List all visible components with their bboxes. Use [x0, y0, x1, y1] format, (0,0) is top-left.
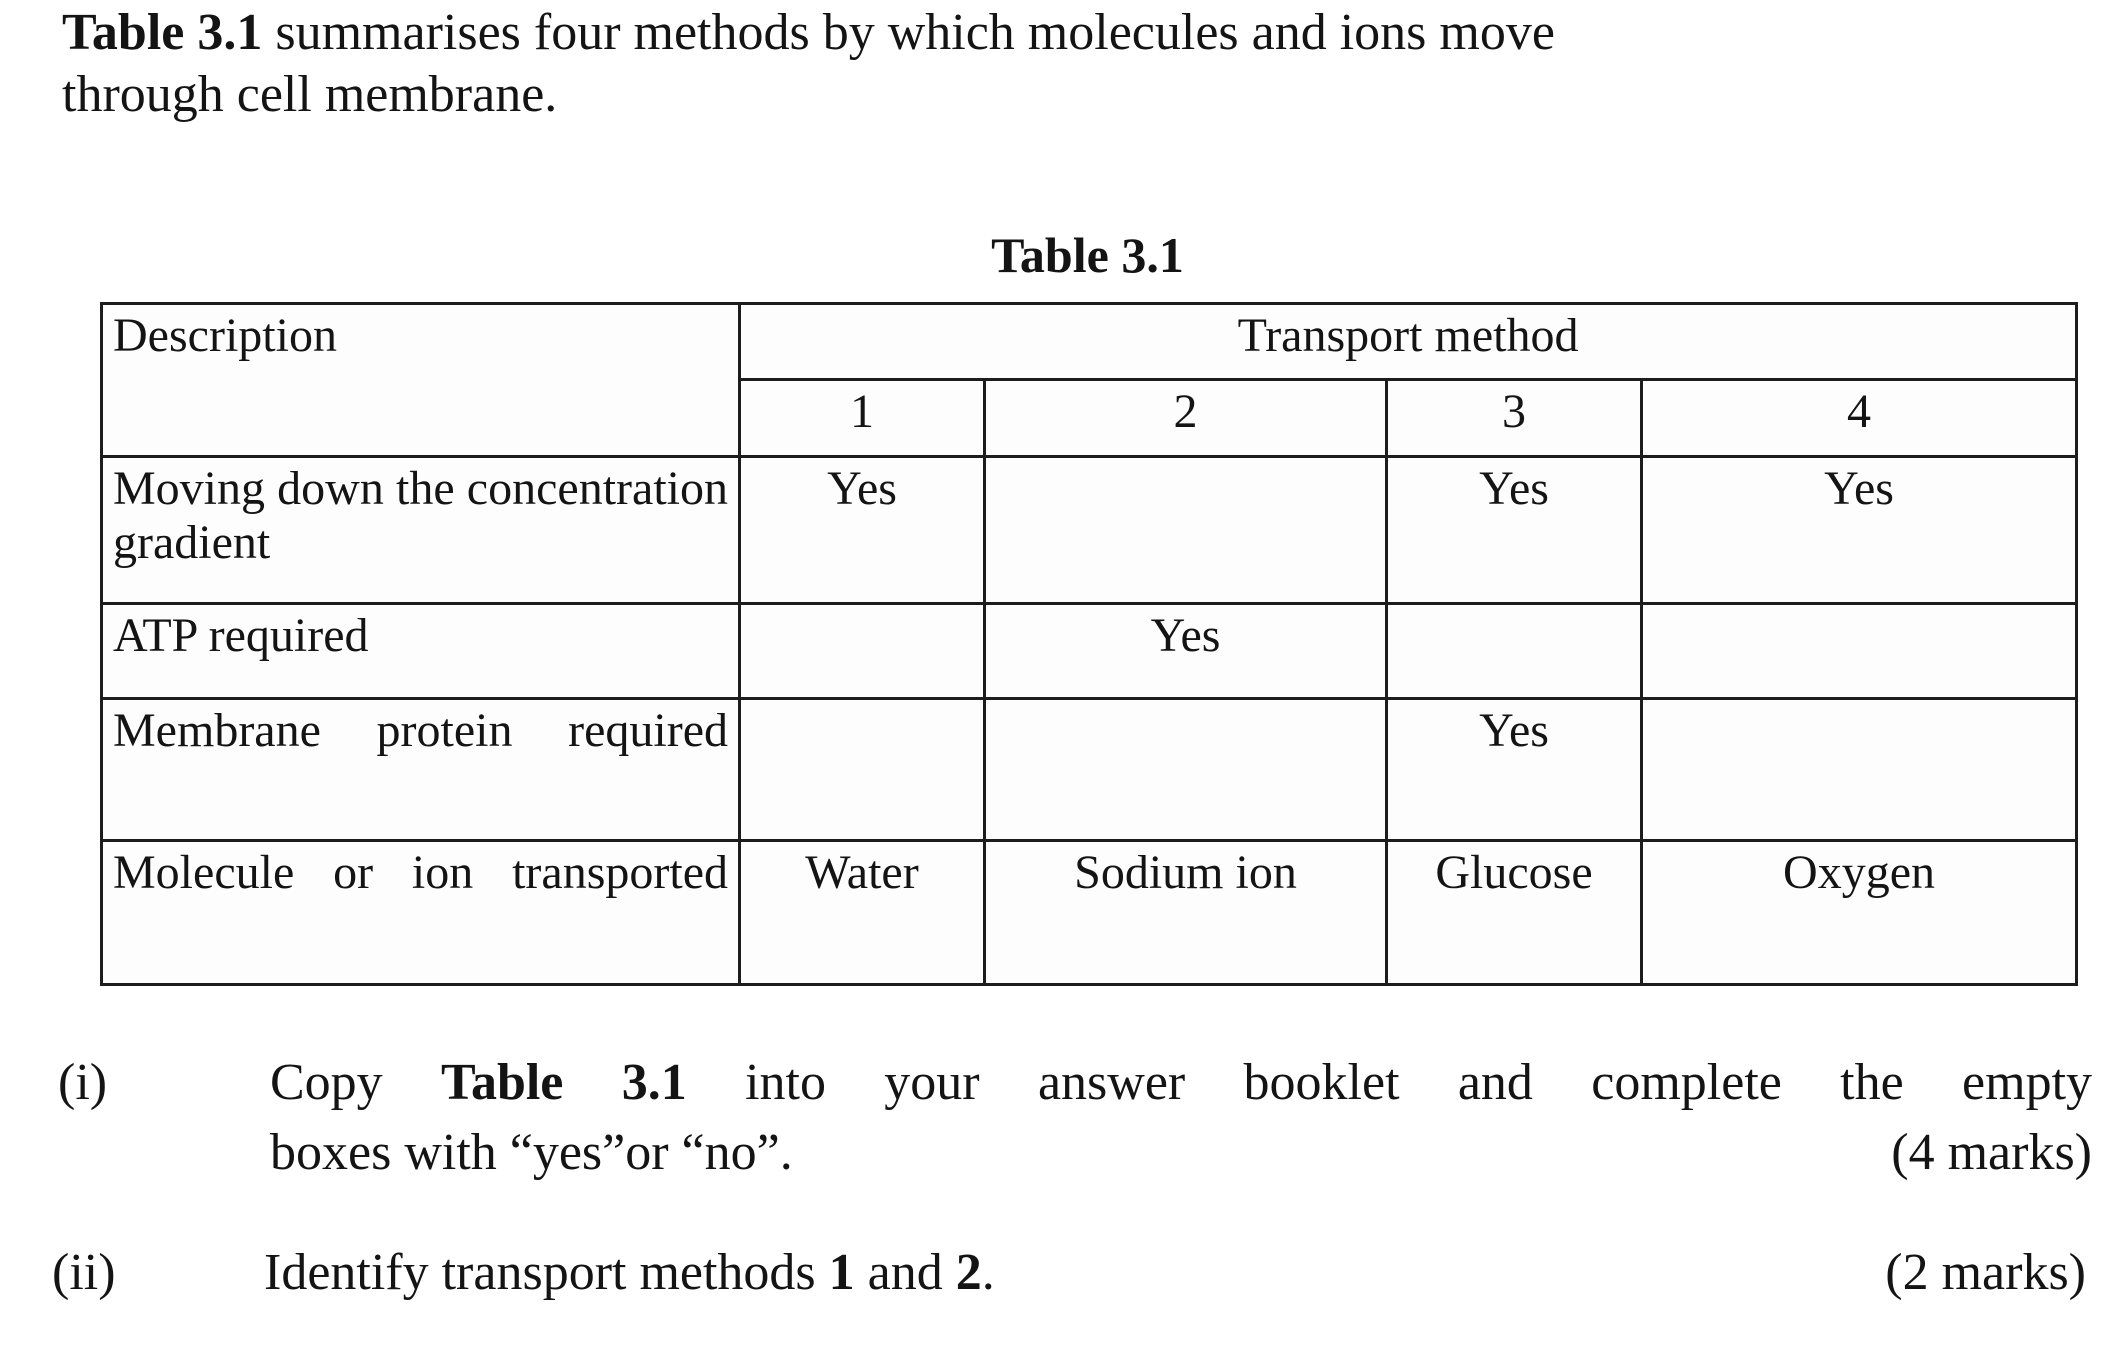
question-i-text-b: into your answer booklet and complete th… [686, 1054, 2093, 1111]
question-ii-body: Identify transport methods 1 and 2. (2 m… [264, 1238, 2086, 1308]
header-transport-method: Transport method [737, 302, 2079, 381]
cell-membrane-1 [738, 697, 986, 842]
table-row: ATP required Yes [100, 602, 2079, 700]
header-method-2: 2 [983, 378, 1388, 458]
question-i-line-1: Copy Table 3.1 into your answer booklet … [270, 1048, 2092, 1118]
question-i: (i) Copy Table 3.1 into your answer book… [58, 1048, 2092, 1188]
question-ii-text-mid: and [854, 1244, 956, 1301]
question-i-line-2: boxes with “yes”or “no”. (4 marks) [270, 1118, 2092, 1188]
cell-gradient-1: Yes [738, 455, 986, 605]
cell-molecule-1: Water [738, 839, 986, 986]
question-i-marker: (i) [58, 1054, 108, 1111]
table-row: Moving down the concentration gradient Y… [100, 455, 2079, 605]
row-description-membrane-protein: Membrane protein required [100, 697, 741, 842]
question-ii-method-ref-1: 1 [828, 1244, 855, 1301]
header-method-3: 3 [1385, 378, 1643, 458]
question-i-body: Copy Table 3.1 into your answer booklet … [270, 1048, 2092, 1188]
question-ii-marks: (2 marks) [1885, 1244, 2086, 1301]
cell-atp-1 [738, 602, 986, 700]
cell-gradient-3: Yes [1385, 455, 1643, 605]
intro-table-ref: Table 3.1 [62, 4, 263, 61]
question-i-table-ref: Table 3.1 [441, 1054, 687, 1111]
header-method-1: 1 [738, 378, 986, 458]
row-description-atp: ATP required [100, 602, 741, 700]
question-ii: (ii) Identify transport methods 1 and 2.… [52, 1238, 2086, 1308]
question-ii-marker: (ii) [52, 1244, 116, 1301]
question-ii-text-a: Identify transport methods [264, 1244, 829, 1301]
transport-methods-table: Description Transport method 1 2 3 4 Mov… [100, 302, 2079, 986]
cell-molecule-3: Glucose [1385, 839, 1643, 986]
cell-membrane-4 [1639, 697, 2079, 842]
cell-gradient-2 [983, 455, 1388, 605]
row-description-molecule: Molecule or ion transported [100, 839, 741, 986]
table-container: Description Transport method 1 2 3 4 Mov… [100, 302, 2079, 986]
table-header-row-group: Description Transport method [100, 302, 2079, 458]
question-ii-text-b: . [981, 1244, 995, 1301]
cell-membrane-3: Yes [1385, 697, 1643, 842]
intro-line-1: Table 3.1 summarises four methods by whi… [62, 2, 2038, 64]
document-page: Table 3.1 summarises four methods by whi… [0, 0, 2108, 1363]
cell-membrane-2 [983, 697, 1388, 842]
table-row: Molecule or ion transported Water Sodium… [100, 839, 2079, 986]
cell-atp-3 [1385, 602, 1643, 700]
header-method-4: 4 [1639, 378, 2079, 458]
header-description: Description [100, 302, 741, 458]
question-ii-method-ref-2: 2 [955, 1244, 982, 1301]
question-ii-text: Identify transport methods 1 and 2. [264, 1238, 995, 1308]
question-i-text-a: Copy [270, 1054, 442, 1111]
question-i-text-c: boxes with “yes”or “no”. [270, 1124, 793, 1181]
row-description-gradient: Moving down the concentration gradient [100, 455, 741, 605]
cell-gradient-4: Yes [1639, 455, 2079, 605]
table-caption: Table 3.1 [991, 227, 1184, 283]
cell-atp-4 [1639, 602, 2079, 700]
question-ii-line-1: Identify transport methods 1 and 2. (2 m… [264, 1238, 2086, 1308]
intro-paragraph: Table 3.1 summarises four methods by whi… [62, 2, 2038, 126]
cell-molecule-4: Oxygen [1639, 839, 2079, 986]
intro-line-1-text: summarises four methods by which molecul… [275, 4, 1555, 61]
intro-line-2: through cell membrane. [62, 66, 558, 123]
question-i-marks: (4 marks) [1891, 1124, 2092, 1181]
table-row: Membrane protein required Yes [100, 697, 2079, 842]
cell-molecule-2: Sodium ion [983, 839, 1388, 986]
cell-atp-2: Yes [983, 602, 1388, 700]
